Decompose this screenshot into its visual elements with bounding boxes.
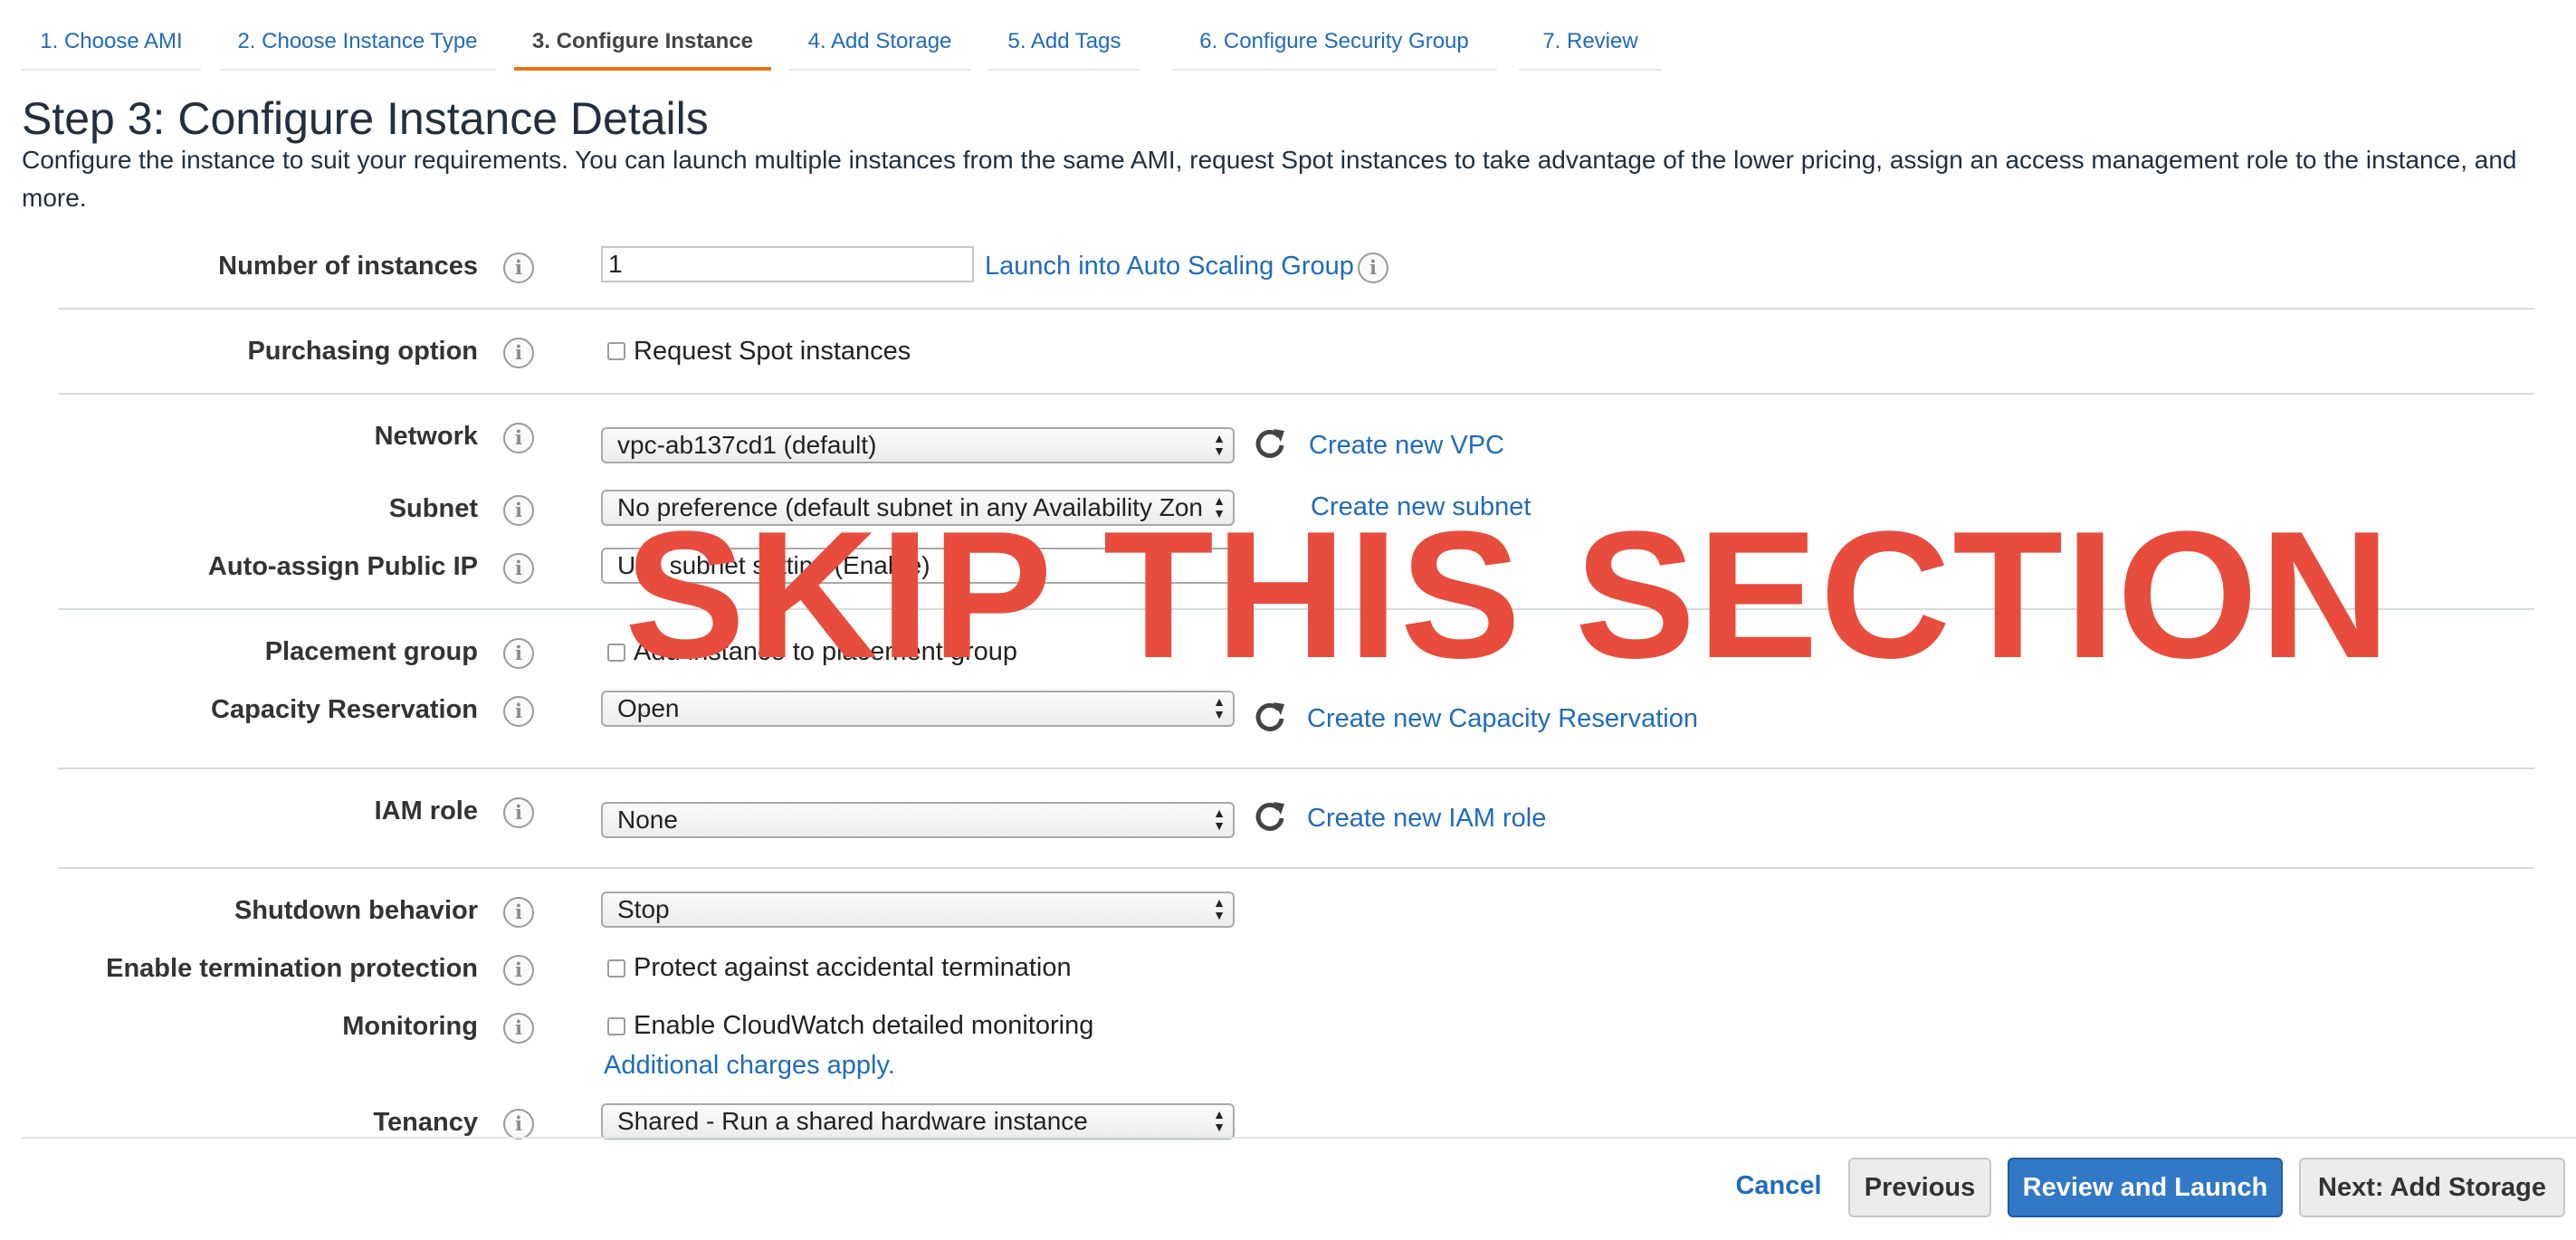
footer-divider xyxy=(22,1137,2576,1139)
capacity-reservation-value: Open xyxy=(617,694,680,722)
info-icon[interactable]: i xyxy=(503,1013,534,1044)
create-new-vpc-link[interactable]: Create new VPC xyxy=(1309,431,1504,461)
monitoring-checkbox[interactable] xyxy=(607,1017,625,1035)
shutdown-behavior-value: Stop xyxy=(617,895,670,923)
number-of-instances-input[interactable]: 1 xyxy=(601,246,974,282)
info-icon[interactable]: i xyxy=(503,696,534,727)
skip-section-overlay: SKIP THIS SECTION xyxy=(625,494,2392,696)
page-description: Configure the instance to suit your requ… xyxy=(22,146,2517,212)
auto-assign-ip-label: Auto-assign Public IP xyxy=(207,552,478,581)
info-icon[interactable]: i xyxy=(503,797,534,828)
tab-configure-instance[interactable]: 3. Configure Instance xyxy=(514,24,771,71)
network-select[interactable]: vpc-ab137cd1 (default) ▲ ▼ xyxy=(601,427,1235,463)
capacity-reservation-label: Capacity Reservation xyxy=(211,695,478,724)
tenancy-select[interactable]: Shared - Run a shared hardware instance … xyxy=(601,1103,1235,1140)
tab-choose-instance-type[interactable]: 2. Choose Instance Type xyxy=(219,24,496,71)
placement-group-checkbox[interactable] xyxy=(607,644,625,662)
review-and-launch-button[interactable]: Review and Launch xyxy=(2008,1158,2283,1217)
refresh-icon[interactable] xyxy=(1252,699,1288,735)
shutdown-behavior-select[interactable]: Stop ▲ ▼ xyxy=(601,892,1235,928)
info-icon[interactable]: i xyxy=(503,553,534,584)
tab-add-storage[interactable]: 4. Add Storage xyxy=(789,24,970,71)
info-icon[interactable]: i xyxy=(503,638,534,669)
info-icon[interactable]: i xyxy=(503,423,534,453)
info-icon[interactable]: i xyxy=(503,253,534,283)
select-arrows-icon: ▲ ▼ xyxy=(1213,694,1226,721)
divider xyxy=(58,867,2534,869)
tenancy-value: Shared - Run a shared hardware instance xyxy=(617,1107,1088,1135)
launch-auto-scaling-link[interactable]: Launch into Auto Scaling Group xyxy=(985,252,1354,281)
next-add-storage-button[interactable]: Next: Add Storage xyxy=(2299,1158,2565,1217)
tab-choose-ami[interactable]: 1. Choose AMI xyxy=(22,24,201,71)
info-icon[interactable]: i xyxy=(1358,253,1388,283)
termination-protection-checkbox-label: Protect against accidental termination xyxy=(634,953,1072,982)
previous-button[interactable]: Previous xyxy=(1848,1158,1991,1217)
refresh-icon[interactable] xyxy=(1252,425,1288,462)
tab-review[interactable]: 7. Review xyxy=(1519,24,1662,71)
termination-protection-checkbox[interactable] xyxy=(607,959,625,978)
termination-protection-label: Enable termination protection xyxy=(106,954,478,983)
select-arrows-icon: ▲ ▼ xyxy=(1213,431,1226,458)
iam-role-value: None xyxy=(617,806,678,834)
iam-role-label: IAM role xyxy=(374,796,478,825)
number-of-instances-label: Number of instances xyxy=(218,252,478,281)
select-arrows-icon: ▲ ▼ xyxy=(1213,806,1226,833)
create-new-capacity-reservation-link[interactable]: Create new Capacity Reservation xyxy=(1307,704,1698,734)
monitoring-checkbox-label: Enable CloudWatch detailed monitoring xyxy=(634,1011,1094,1040)
create-new-iam-role-link[interactable]: Create new IAM role xyxy=(1307,804,1546,834)
refresh-icon[interactable] xyxy=(1252,798,1288,835)
request-spot-label: Request Spot instances xyxy=(634,337,911,366)
select-arrows-icon: ▲ ▼ xyxy=(1213,1107,1226,1134)
info-icon[interactable]: i xyxy=(503,955,534,986)
tab-add-tags[interactable]: 5. Add Tags xyxy=(988,24,1140,71)
info-icon[interactable]: i xyxy=(503,338,534,368)
divider xyxy=(58,393,2534,395)
divider xyxy=(58,308,2534,310)
page-title: Step 3: Configure Instance Details xyxy=(22,93,709,144)
placement-group-label: Placement group xyxy=(264,637,478,666)
iam-role-select[interactable]: None ▲ ▼ xyxy=(601,802,1235,838)
monitoring-label: Monitoring xyxy=(342,1012,478,1041)
capacity-reservation-select[interactable]: Open ▲ ▼ xyxy=(601,691,1235,727)
additional-charges-link[interactable]: Additional charges apply. xyxy=(604,1051,895,1081)
cancel-button[interactable]: Cancel xyxy=(1720,1158,1837,1217)
info-icon[interactable]: i xyxy=(503,1109,534,1140)
subnet-label: Subnet xyxy=(388,494,478,523)
tab-configure-security-group[interactable]: 6. Configure Security Group xyxy=(1171,24,1497,71)
request-spot-checkbox[interactable] xyxy=(607,342,625,360)
divider xyxy=(58,768,2534,769)
network-select-value: vpc-ab137cd1 (default) xyxy=(617,431,877,459)
select-arrows-icon: ▲ ▼ xyxy=(1213,895,1226,922)
shutdown-behavior-label: Shutdown behavior xyxy=(234,896,478,925)
network-label: Network xyxy=(374,422,478,451)
info-icon[interactable]: i xyxy=(503,495,534,526)
tenancy-label: Tenancy xyxy=(373,1108,478,1137)
info-icon[interactable]: i xyxy=(503,897,534,928)
purchasing-option-label: Purchasing option xyxy=(247,337,478,366)
